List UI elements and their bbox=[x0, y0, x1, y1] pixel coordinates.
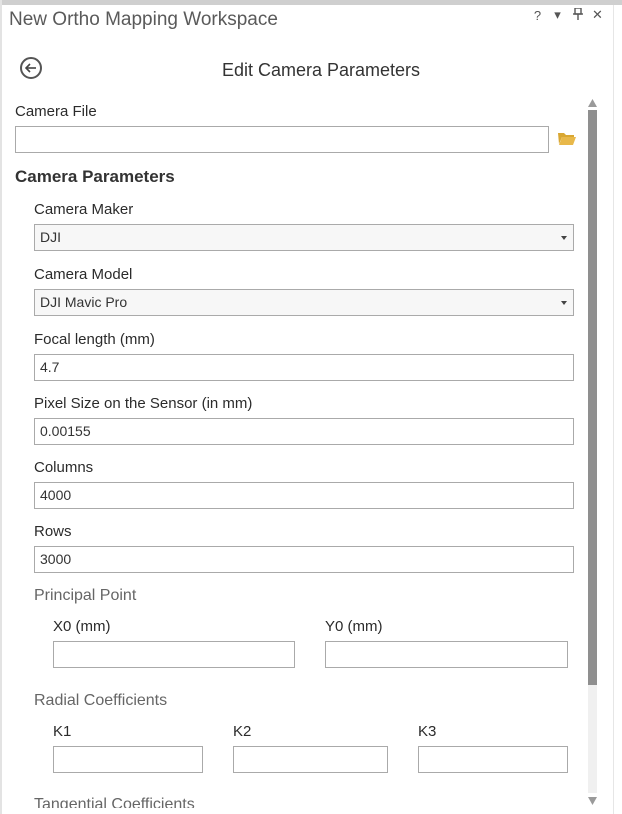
close-icon[interactable]: ✕ bbox=[590, 7, 605, 23]
rows-label: Rows bbox=[34, 523, 72, 540]
k3-input[interactable] bbox=[418, 746, 568, 773]
camera-model-label: Camera Model bbox=[34, 266, 133, 283]
chevron-down-icon bbox=[561, 301, 567, 305]
focal-length-input[interactable]: 4.7 bbox=[34, 354, 574, 381]
columns-input[interactable]: 4000 bbox=[34, 482, 574, 509]
pin-icon[interactable] bbox=[570, 6, 585, 23]
k1-input[interactable] bbox=[53, 746, 203, 773]
k2-label: K2 bbox=[233, 723, 252, 740]
chevron-down-icon bbox=[561, 236, 567, 240]
y0-label: Y0 (mm) bbox=[325, 618, 383, 635]
k2-input[interactable] bbox=[233, 746, 388, 773]
pane-menu-icon[interactable]: ▾ bbox=[550, 7, 565, 23]
y0-input[interactable] bbox=[325, 641, 568, 668]
camera-file-input[interactable] bbox=[15, 126, 549, 153]
camera-model-select[interactable]: DJI Mavic Pro bbox=[34, 289, 574, 316]
x0-input[interactable] bbox=[53, 641, 295, 668]
pane-left-border bbox=[0, 0, 2, 814]
x0-label: X0 (mm) bbox=[53, 618, 111, 635]
rows-input[interactable]: 3000 bbox=[34, 546, 574, 573]
camera-maker-select[interactable]: DJI bbox=[34, 224, 574, 251]
k1-label: K1 bbox=[53, 723, 72, 740]
pane-top-border bbox=[0, 0, 622, 5]
camera-maker-value: DJI bbox=[40, 229, 61, 245]
tangential-coefficients-heading: Tangential Coefficients bbox=[34, 796, 195, 808]
page-title: Edit Camera Parameters bbox=[221, 60, 421, 80]
pane-controls: ? ▾ ✕ bbox=[530, 6, 605, 23]
principal-point-heading: Principal Point bbox=[34, 587, 137, 604]
columns-label: Columns bbox=[34, 459, 94, 476]
pane-right-border bbox=[613, 5, 614, 814]
folder-open-icon[interactable] bbox=[557, 131, 577, 146]
scroll-up-arrow-icon[interactable] bbox=[587, 98, 598, 108]
help-icon[interactable]: ? bbox=[530, 8, 545, 23]
pane-title: New Ortho Mapping Workspace bbox=[9, 9, 278, 30]
camera-parameters-heading: Camera Parameters bbox=[15, 167, 175, 186]
camera-file-label: Camera File bbox=[15, 103, 97, 120]
radial-coefficients-heading: Radial Coefficients bbox=[34, 692, 168, 709]
camera-model-value: DJI Mavic Pro bbox=[40, 294, 128, 310]
pixel-size-label: Pixel Size on the Sensor (in mm) bbox=[34, 395, 253, 412]
k3-label: K3 bbox=[418, 723, 437, 740]
pixel-size-input[interactable]: 0.00155 bbox=[34, 418, 574, 445]
scrollbar-thumb[interactable] bbox=[588, 110, 597, 685]
camera-maker-label: Camera Maker bbox=[34, 201, 134, 218]
scroll-down-arrow-icon[interactable] bbox=[587, 796, 598, 806]
focal-length-label: Focal length (mm) bbox=[34, 331, 155, 348]
